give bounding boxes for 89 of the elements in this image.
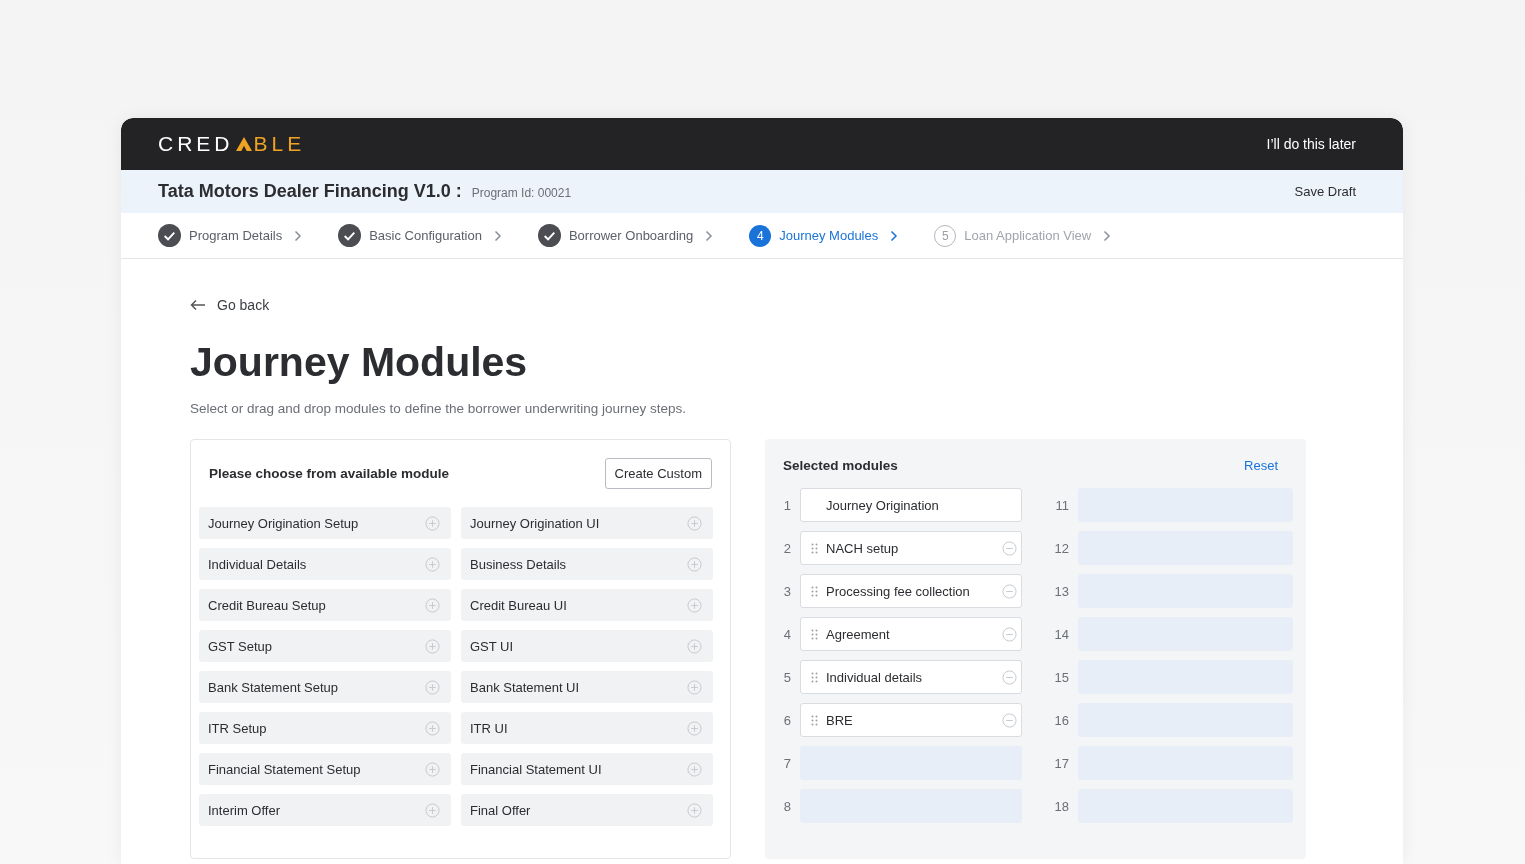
- chevron-icon: [705, 229, 714, 242]
- slot-number: 17: [1054, 755, 1069, 771]
- drag-handle-icon[interactable]: [811, 714, 818, 726]
- slot-number: 4: [783, 626, 791, 642]
- slot-number: 14: [1054, 626, 1069, 642]
- module-tile[interactable]: Financial Statement Setup: [199, 753, 451, 785]
- module-tile[interactable]: Financial Statement UI: [461, 753, 713, 785]
- add-icon: [425, 679, 440, 695]
- chevron-icon: [294, 229, 303, 242]
- add-icon: [425, 720, 440, 736]
- chevron-icon: [890, 229, 899, 242]
- add-icon: [687, 638, 702, 654]
- module-tile[interactable]: Business Details: [461, 548, 713, 580]
- page-title: Journey Modules: [190, 338, 529, 387]
- chevron-icon: [493, 229, 502, 242]
- drag-handle-icon[interactable]: [811, 671, 818, 683]
- selected-module[interactable]: BRE: [800, 703, 1022, 737]
- remove-icon[interactable]: [1002, 626, 1017, 642]
- add-icon: [425, 638, 440, 654]
- selected-module[interactable]: Journey Origination: [800, 488, 1022, 522]
- add-icon: [687, 556, 702, 572]
- add-icon: [425, 515, 440, 531]
- create-custom-button[interactable]: Create Custom: [604, 458, 712, 489]
- skip-link[interactable]: I’ll do this later: [1266, 136, 1356, 152]
- step-tab[interactable]: Borrower Onboarding: [568, 228, 694, 243]
- add-icon: [425, 802, 440, 818]
- slot-number: 11: [1054, 497, 1069, 513]
- program-id: Program Id: 00021: [471, 186, 572, 200]
- logo-icon: [234, 136, 253, 152]
- slot-number: 5: [783, 669, 791, 685]
- module-tile[interactable]: GST Setup: [199, 630, 451, 662]
- selected-module[interactable]: Individual details: [800, 660, 1022, 694]
- program-title: Tata Motors Dealer Financing V1.0 :: [158, 181, 462, 202]
- module-tile[interactable]: Credit Bureau UI: [461, 589, 713, 621]
- slot-number: 6: [783, 712, 791, 728]
- slot-number: 15: [1054, 669, 1069, 685]
- module-tile[interactable]: Journey Origination UI: [461, 507, 713, 539]
- slot-number: 16: [1054, 712, 1069, 728]
- module-tile[interactable]: ITR UI: [461, 712, 713, 744]
- slot-number: 8: [783, 798, 791, 814]
- add-icon: [425, 556, 440, 572]
- panel-heading: Selected modules: [783, 458, 898, 473]
- add-icon: [425, 597, 440, 613]
- remove-icon[interactable]: [1002, 583, 1017, 599]
- module-tile[interactable]: Journey Origination Setup: [199, 507, 451, 539]
- add-icon: [687, 761, 702, 777]
- logo-text: BLE: [253, 132, 306, 156]
- remove-icon[interactable]: [1002, 669, 1017, 685]
- step-tab[interactable]: Basic Configuration: [369, 228, 482, 243]
- reset-link[interactable]: Reset: [1244, 458, 1278, 473]
- drag-handle-icon[interactable]: [811, 542, 818, 554]
- panel-heading: Please choose from available module: [209, 466, 450, 481]
- arrow-left-icon: [190, 299, 206, 311]
- back-link[interactable]: Go back: [190, 297, 270, 313]
- slot-number: 13: [1054, 583, 1069, 599]
- selected-module[interactable]: Agreement: [800, 617, 1022, 651]
- selected-module[interactable]: NACH setup: [800, 531, 1022, 565]
- module-tile[interactable]: Credit Bureau Setup: [199, 589, 451, 621]
- add-icon: [687, 597, 702, 613]
- slot-number: 1: [783, 497, 791, 513]
- module-tile[interactable]: GST UI: [461, 630, 713, 662]
- add-icon: [687, 515, 702, 531]
- module-tile[interactable]: Bank Statement Setup: [199, 671, 451, 703]
- slot-number: 2: [783, 540, 791, 556]
- slot-number: 3: [783, 583, 791, 599]
- module-tile[interactable]: Interim Offer: [199, 794, 451, 826]
- chevron-icon: [1103, 229, 1112, 242]
- step-tab[interactable]: Program Details: [189, 228, 283, 243]
- step-tab[interactable]: Journey Modules: [779, 228, 879, 243]
- remove-icon[interactable]: [1002, 540, 1017, 556]
- selected-module[interactable]: Processing fee collection: [800, 574, 1022, 608]
- drag-handle-icon[interactable]: [811, 585, 818, 597]
- add-icon: [425, 761, 440, 777]
- module-tile[interactable]: ITR Setup: [199, 712, 451, 744]
- slot-number: 18: [1054, 798, 1069, 814]
- module-tile[interactable]: Final Offer: [461, 794, 713, 826]
- add-icon: [687, 720, 702, 736]
- module-tile[interactable]: Bank Statement UI: [461, 671, 713, 703]
- save-draft-button[interactable]: Save Draft: [1294, 184, 1356, 199]
- module-tile[interactable]: Individual Details: [199, 548, 451, 580]
- add-icon: [687, 802, 702, 818]
- slot-number: 12: [1054, 540, 1069, 556]
- add-icon: [687, 679, 702, 695]
- remove-icon[interactable]: [1002, 712, 1017, 728]
- slot-number: 7: [783, 755, 791, 771]
- step-number: 4: [749, 224, 772, 247]
- drag-handle-icon[interactable]: [811, 628, 818, 640]
- page-subtitle: Select or drag and drop modules to define the borrower underwriting journey steps.: [190, 401, 688, 416]
- logo-text: CRED: [158, 132, 234, 156]
